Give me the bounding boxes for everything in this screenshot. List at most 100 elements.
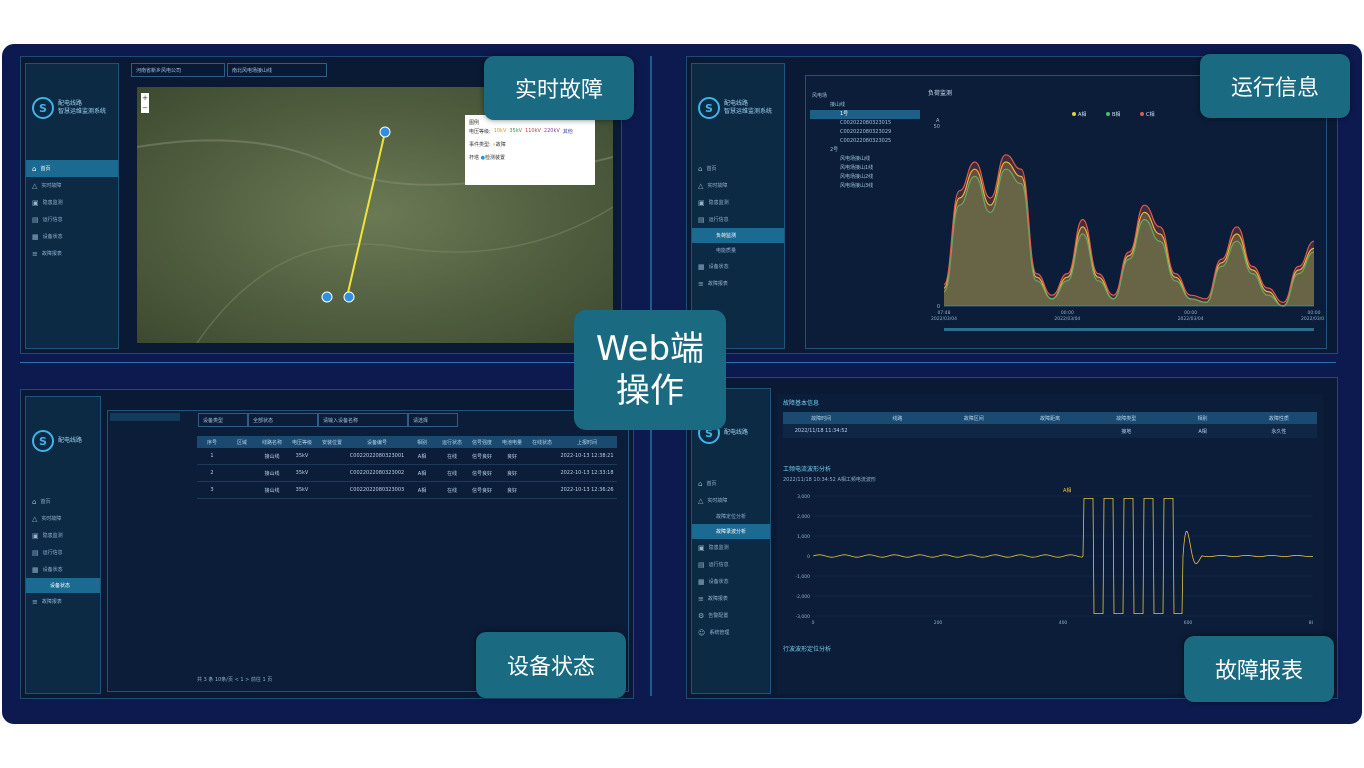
search-input[interactable]: 请输入设备名称 xyxy=(318,413,408,427)
menu-item-home[interactable]: ⌂ 首页 xyxy=(26,160,118,177)
tree-node[interactable]: 风电场接山2线 xyxy=(810,173,920,182)
menu-item-report[interactable]: ≡ 故障报表 xyxy=(26,245,118,262)
menu-item-hazard[interactable]: ▣ 隐患监测 xyxy=(692,194,784,211)
menu-item-fault[interactable]: △ 实时故障 xyxy=(26,177,118,194)
menu-label: 隐患监测 xyxy=(42,200,63,206)
menu-item-fault[interactable]: △ 实时故障 xyxy=(692,492,770,509)
tree-node[interactable]: 风电场接山线 xyxy=(810,155,920,164)
menu-label: 隐患监测 xyxy=(42,533,63,539)
col-header: 线路名称 xyxy=(261,439,282,446)
y-tick-label: 0 xyxy=(807,554,810,560)
menu-item-runinfo[interactable]: ▤ 运行信息 xyxy=(692,211,784,228)
menu-item-report[interactable]: ≡ 故障报表 xyxy=(26,593,100,610)
label-realtime-fault: 实时故障 xyxy=(484,56,634,120)
menu-item-alarm[interactable]: ⚙ 告警配置 xyxy=(692,607,770,624)
table-row[interactable]: 2 接山线 35kV C0022022080323002 A相 在线 信号良好 良好 2022-… xyxy=(197,465,617,482)
tree-node[interactable]: 风电场 xyxy=(810,92,920,101)
legend-label: B相 xyxy=(1112,111,1120,118)
submenu-load[interactable]: 负荷监测 xyxy=(692,228,784,243)
menu-item-runinfo[interactable]: ▤ 运行信息 xyxy=(26,211,118,228)
col-header: 故障区间 xyxy=(963,415,984,422)
sidebar: S 配电线路 智慧运维监测系统 ⌂ 首页 △ 实时故障 ▣ 隐患监测 ▤ 运行信息 负荷监… xyxy=(691,63,785,349)
menu-item-device[interactable]: ▦ 设备状态 xyxy=(26,228,118,245)
menu-item-home[interactable]: ⌂ 首页 xyxy=(692,160,784,177)
y-tick-label: 3,000 xyxy=(797,494,810,500)
menu-item-runinfo[interactable]: ▤ 运行信息 xyxy=(692,556,770,573)
pagination[interactable]: 共 3 条 10条/页 < 1 > 前往 1 页 xyxy=(197,676,272,683)
tree-node[interactable]: C002022080323029 xyxy=(810,128,920,137)
menu-label: 首页 xyxy=(40,499,51,505)
menu-item-report[interactable]: ≡ 故障报表 xyxy=(692,275,784,292)
tree-node[interactable]: 风电场接山3线 xyxy=(810,182,920,191)
sidebar: S 配电线路 ⌂ 首页 △ 实时故障 故障定位分析 故障录波分析 ▣ 隐患监测 ▤ 运行… xyxy=(691,388,771,694)
menu-item-hazard[interactable]: ▣ 隐患监测 xyxy=(26,194,118,211)
side-menu: ⌂ 首页 △ 实时故障 ▣ 隐患监测 ▤ 运行信息 ▦ 设备状态 ≡ 故障报表 xyxy=(26,160,118,262)
cell: 35kV xyxy=(295,453,309,459)
menu-item-hazard[interactable]: ▣ 隐患监测 xyxy=(26,527,100,544)
zoom-control[interactable]: + − xyxy=(141,93,149,113)
filter-select[interactable]: 请选择 xyxy=(408,413,458,427)
report-icon: ≡ xyxy=(32,249,38,258)
home-icon: ⌂ xyxy=(698,479,703,488)
legend-item: 其他 xyxy=(562,129,573,135)
menu-label: 系统管理 xyxy=(709,630,730,636)
tree-node[interactable]: 2号 xyxy=(810,146,920,155)
menu-label: 故障报表 xyxy=(707,596,728,602)
col-header: 故障类型 xyxy=(1116,415,1137,422)
table-row[interactable]: 2022/11/18 11:34:52 接地 A相 永久性 xyxy=(783,424,1317,438)
device-marker[interactable] xyxy=(379,126,391,138)
company-select[interactable]: 河南省新乡风电公司 xyxy=(131,63,225,77)
device-icon: ▦ xyxy=(698,262,705,271)
legend-marker xyxy=(1140,112,1144,116)
table-row[interactable]: 3 接山线 35kV C0022022080323003 A相 在线 信号良好 良好 2022-… xyxy=(197,482,617,499)
tree-node[interactable]: 风电场接山1线 xyxy=(810,164,920,173)
x-tick-label: 00:00 xyxy=(1061,310,1074,316)
menu-item-device[interactable]: ▦ 设备状态 xyxy=(692,573,770,590)
menu-item-home[interactable]: ⌂ 首页 xyxy=(692,475,770,492)
submenu-device-info[interactable]: 设备状态 xyxy=(26,578,100,593)
menu-item-report[interactable]: ≡ 故障报表 xyxy=(692,590,770,607)
device-marker[interactable] xyxy=(321,291,333,303)
menu-item-fault[interactable]: △ 实时故障 xyxy=(692,177,784,194)
menu-item-hazard[interactable]: ▣ 隐患监测 xyxy=(692,539,770,556)
tree-node[interactable]: C002022080323025 xyxy=(810,137,920,146)
menu-item-system[interactable]: ☺ 系统管理 xyxy=(692,624,770,641)
menu-item-device[interactable]: ▦ 设备状态 xyxy=(26,561,100,578)
menu-label: 设备状态 xyxy=(708,264,729,270)
menu-item-home[interactable]: ⌂ 首页 xyxy=(26,493,100,510)
menu-item-fault[interactable]: △ 实时故障 xyxy=(26,510,100,527)
tree-node[interactable]: C002022080323015 xyxy=(810,119,920,128)
info-icon: ▤ xyxy=(698,560,705,569)
device-marker[interactable] xyxy=(343,291,355,303)
legend-item: 10kV xyxy=(493,128,507,134)
menu-label: 实时故障 xyxy=(707,498,728,504)
tree-node[interactable]: 1号 xyxy=(810,110,920,119)
submenu-fault-wave[interactable]: 故障录波分析 xyxy=(692,524,770,539)
legend-label: 电压等级: xyxy=(469,129,491,135)
tree-node[interactable]: 接山线 xyxy=(810,101,920,110)
line-select[interactable]: 南北风电场接山线 xyxy=(227,63,327,77)
cell: C0022022080323003 xyxy=(349,487,405,493)
wave-subtitle: 2022/11/18 10:34:52 A相工频电流波形 xyxy=(783,477,876,483)
menu-item-runinfo[interactable]: ▤ 运行信息 xyxy=(26,544,100,561)
col-header: 信号强度 xyxy=(471,439,492,446)
device-icon: ▦ xyxy=(698,577,705,586)
submenu-fault-locate[interactable]: 故障定位分析 xyxy=(692,509,770,524)
col-header: 故障性质 xyxy=(1268,415,1289,422)
cell: 2022-10-13 12:38:21 xyxy=(560,453,614,459)
col-header: 在线状态 xyxy=(531,439,552,446)
menu-label: 实时故障 xyxy=(707,183,728,189)
logo-icon: S xyxy=(32,430,54,452)
table-row[interactable]: 1 接山线 35kV C0022022080323001 A相 在线 信号良好 良好 2022-… xyxy=(197,448,617,465)
filter-select[interactable]: 设备类型 xyxy=(198,413,248,427)
col-header: 电池电量 xyxy=(501,439,522,446)
menu-label: 故障报表 xyxy=(41,599,62,605)
info-icon: ▤ xyxy=(32,215,39,224)
menu-item-device[interactable]: ▦ 设备状态 xyxy=(692,258,784,275)
filter-select[interactable]: 全部状态 xyxy=(248,413,318,427)
submenu-power-quality[interactable]: 电能质量 xyxy=(692,243,784,258)
menu-label: 故障报表 xyxy=(707,281,728,287)
logo-icon: S xyxy=(32,97,54,119)
device-table: 序号 区域 线路名称 电压等级 安装位置 设备编号 相别 运行状态 信号强度 电池电量 在线状态 上报… xyxy=(197,436,617,499)
x-tick-label: 07:48 xyxy=(938,310,951,316)
